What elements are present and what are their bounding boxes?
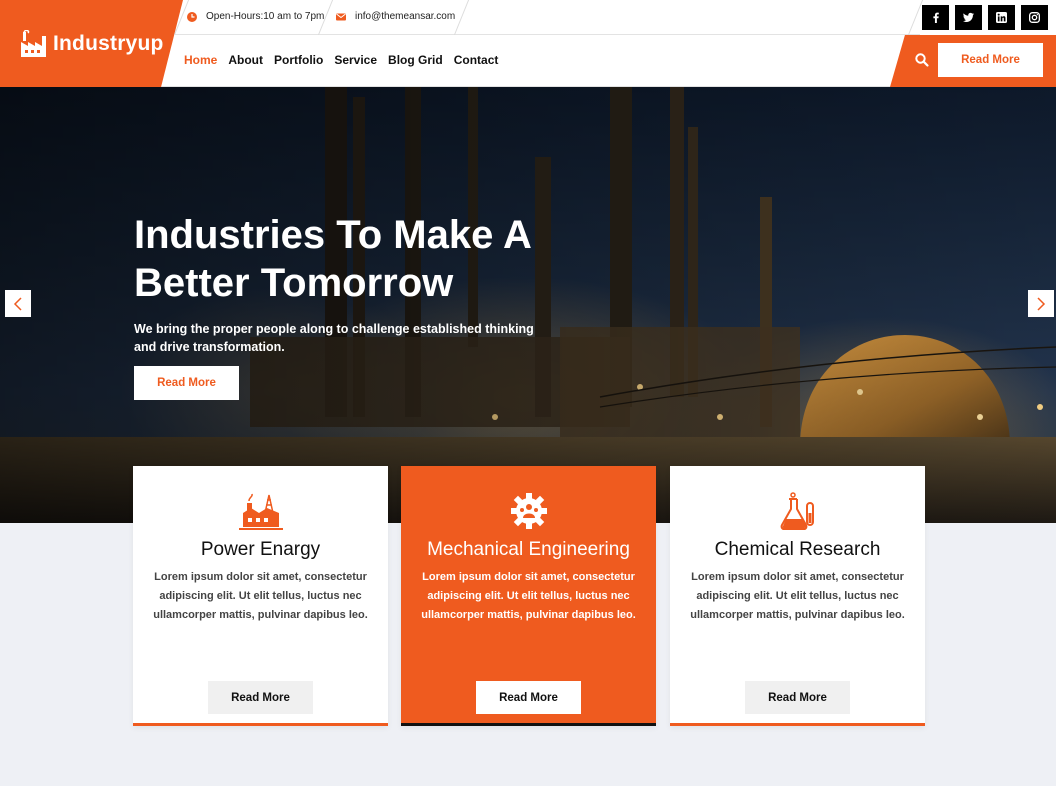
nav-about[interactable]: About: [228, 53, 263, 67]
service-card-title: Mechanical Engineering: [427, 539, 630, 560]
hero-read-more-button[interactable]: Read More: [134, 366, 239, 400]
contact-email[interactable]: info@themeansar.com: [336, 11, 455, 22]
site-logo[interactable]: Industryup: [18, 30, 164, 58]
service-card-read-more-button[interactable]: Read More: [208, 681, 313, 714]
opening-hours: Open-Hours:10 am to 7pm: [187, 11, 324, 22]
service-card-title: Chemical Research: [714, 539, 881, 560]
service-card-text: Lorem ipsum dolor sit amet, consectetur …: [690, 571, 905, 621]
envelope-icon: [336, 13, 346, 20]
opening-hours-text: Open-Hours:10 am to 7pm: [206, 11, 325, 22]
service-card-text: Lorem ipsum dolor sit amet, consectetur …: [153, 571, 368, 621]
hero-title: Industries To Make A Better Tomorrow: [134, 213, 531, 305]
service-card-mechanical-engineering: Mechanical Engineering Lorem ipsum dolor…: [401, 466, 656, 726]
nav-contact[interactable]: Contact: [454, 53, 499, 67]
hero-slider: Industries To Make A Better Tomorrow We …: [0, 87, 1056, 523]
twitter-icon[interactable]: [955, 5, 982, 30]
hero-text: We bring the proper people along to chal…: [134, 322, 534, 354]
header-read-more-button[interactable]: Read More: [938, 43, 1043, 77]
service-card-read-more-button[interactable]: Read More: [476, 681, 581, 714]
topbar-divider: [453, 0, 470, 35]
service-card-power-energy: Power Enargy Lorem ipsum dolor sit amet,…: [133, 466, 388, 726]
factory-logo-icon: [21, 30, 46, 57]
facebook-icon[interactable]: [922, 5, 949, 30]
nav-portfolio[interactable]: Portfolio: [274, 53, 323, 67]
service-card-title: Power Enargy: [200, 539, 321, 560]
chevron-left-icon: [13, 296, 22, 311]
site-header: Industryup Open-Hours:10 am to 7pm info@…: [0, 0, 1056, 87]
site-logo-text: Industryup: [53, 32, 164, 55]
nav-home[interactable]: Home: [184, 53, 217, 67]
slider-prev-button[interactable]: [5, 290, 31, 317]
nav-blog-grid[interactable]: Blog Grid: [388, 53, 443, 67]
service-card-read-more-button[interactable]: Read More: [745, 681, 850, 714]
top-info-bar: Open-Hours:10 am to 7pm info@themeansar.…: [173, 0, 920, 35]
nav-service[interactable]: Service: [334, 53, 377, 67]
header-action-block: Read More: [890, 35, 1056, 87]
power-plant-icon: [239, 493, 283, 530]
search-icon[interactable]: [914, 52, 930, 68]
service-card-text: Lorem ipsum dolor sit amet, consectetur …: [421, 571, 636, 621]
linkedin-icon[interactable]: [988, 5, 1015, 30]
social-links: [922, 5, 1048, 30]
gear-team-icon: [511, 493, 547, 529]
chevron-right-icon: [1037, 296, 1046, 311]
slider-next-button[interactable]: [1028, 290, 1054, 317]
service-card-chemical-research: Chemical Research Lorem ipsum dolor sit …: [670, 466, 925, 726]
instagram-icon[interactable]: [1021, 5, 1048, 30]
clock-icon: [187, 11, 197, 22]
flask-icon: [780, 492, 814, 530]
contact-email-text: info@themeansar.com: [355, 11, 456, 22]
main-navigation: Home About Portfolio Service Blog Grid C…: [184, 53, 509, 67]
